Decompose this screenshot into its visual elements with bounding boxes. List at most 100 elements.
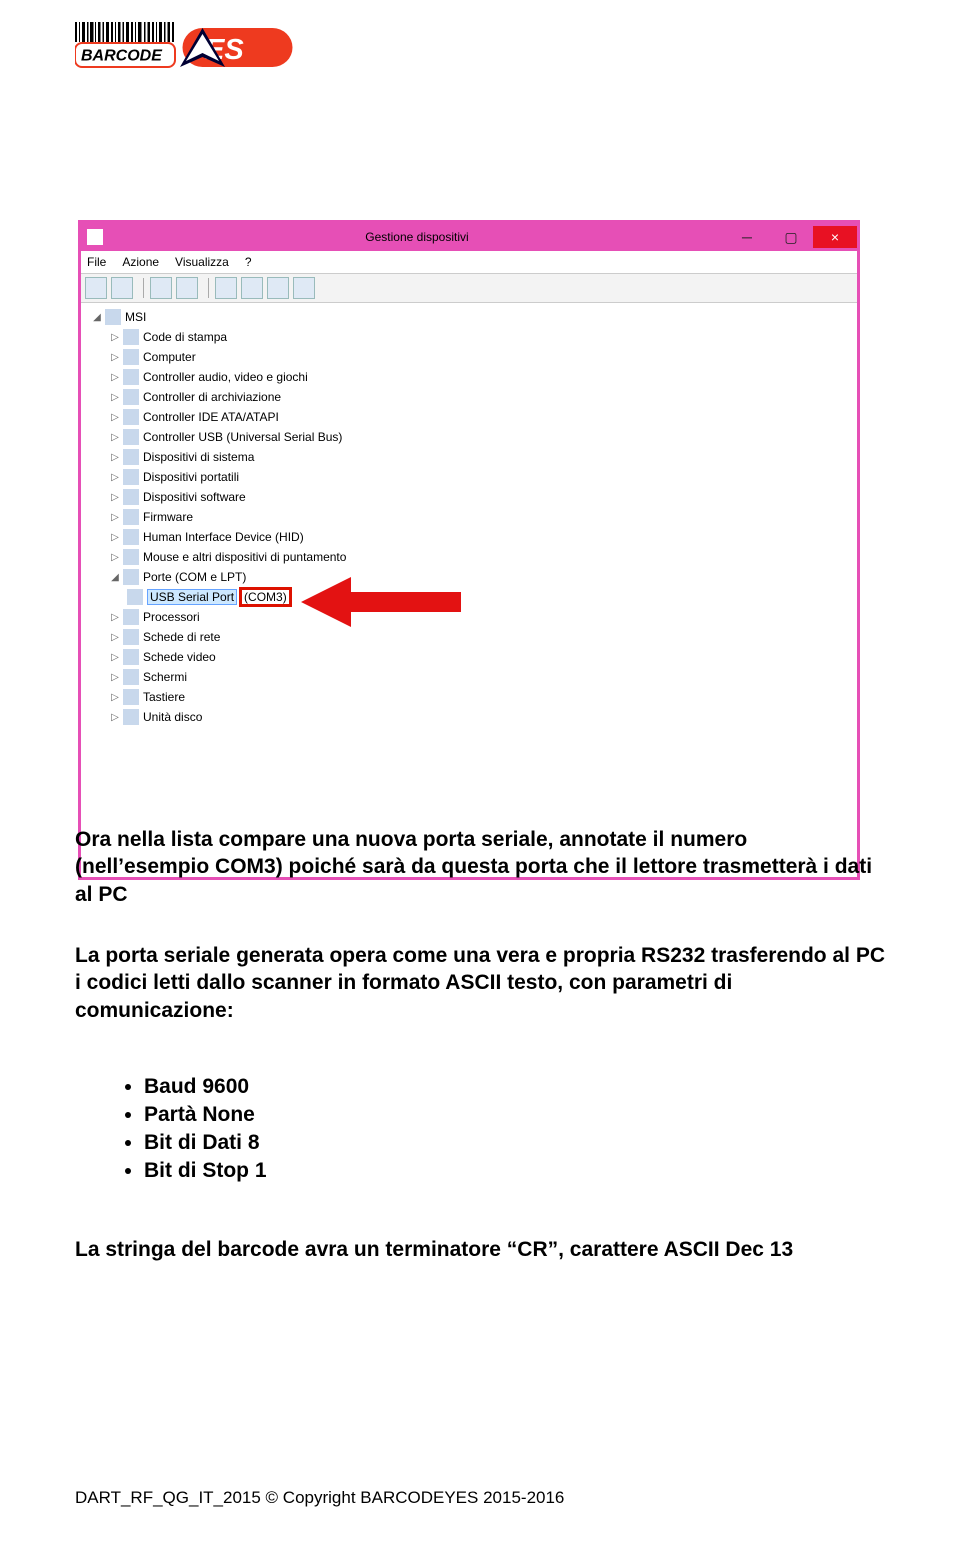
tree-item[interactable]: ▷Controller audio, video e giochi <box>109 367 847 387</box>
expand-icon[interactable]: ▷ <box>109 551 121 563</box>
expand-icon[interactable]: ▷ <box>109 691 121 703</box>
tree-item[interactable]: ▷Dispositivi di sistema <box>109 447 847 467</box>
tree-item[interactable]: ▷Mouse e altri dispositivi di puntamento <box>109 547 847 567</box>
expand-icon[interactable]: ▷ <box>109 611 121 623</box>
tree-item[interactable]: ▷Code di stampa <box>109 327 847 347</box>
expand-icon[interactable]: ▷ <box>109 491 121 503</box>
menu-view[interactable]: Visualizza <box>175 255 229 269</box>
menu-help[interactable]: ? <box>245 255 252 269</box>
toolbar-button[interactable] <box>215 277 237 299</box>
expand-icon[interactable]: ▷ <box>109 371 121 383</box>
device-icon <box>123 409 139 425</box>
toolbar-button[interactable] <box>241 277 263 299</box>
tree-item[interactable]: ▷Firmware <box>109 507 847 527</box>
tree-item[interactable]: ▷Tastiere <box>109 687 847 707</box>
device-icon <box>123 349 139 365</box>
toolbar-button[interactable] <box>85 277 107 299</box>
tree-item[interactable]: ▷Schede di rete <box>109 627 847 647</box>
tree-item[interactable]: ▷Processori <box>109 607 847 627</box>
toolbar-button[interactable] <box>267 277 289 299</box>
expand-icon[interactable]: ▷ <box>109 411 121 423</box>
paragraph-2: La porta seriale generata opera come una… <box>75 942 885 1024</box>
com-port-icon <box>127 589 143 605</box>
menu-file[interactable]: File <box>87 255 106 269</box>
expand-icon[interactable]: ▷ <box>109 531 121 543</box>
device-icon <box>123 329 139 345</box>
serial-params-list: Baud 9600 Partà None Bit di Dati 8 Bit d… <box>120 1075 267 1187</box>
brand-logo: BARCODE ES <box>75 18 295 68</box>
selected-item-label: USB Serial Port <box>147 589 237 605</box>
tree-item-usb-serial-port[interactable]: USB Serial Port (COM3) <box>127 587 847 607</box>
expand-icon[interactable]: ▷ <box>109 651 121 663</box>
ports-icon <box>123 569 139 585</box>
com-number-highlight-box: (COM3) <box>239 587 292 607</box>
device-icon <box>123 689 139 705</box>
tree-root-label: MSI <box>125 310 146 324</box>
paragraph-1: Ora nella lista compare una nuova porta … <box>75 826 885 908</box>
document-page: BARCODE ES Gestione dispositivi ─ ▢ × Fi… <box>0 0 960 1568</box>
expand-icon[interactable]: ▷ <box>109 351 121 363</box>
device-icon <box>123 509 139 525</box>
device-icon <box>123 529 139 545</box>
expand-icon[interactable]: ▷ <box>109 431 121 443</box>
toolbar-button[interactable] <box>150 277 172 299</box>
toolbar-separator <box>143 278 144 298</box>
window-maximize-button[interactable]: ▢ <box>769 226 813 248</box>
menubar[interactable]: File Azione Visualizza ? <box>81 251 857 274</box>
device-icon <box>123 389 139 405</box>
device-icon <box>123 629 139 645</box>
device-tree[interactable]: ◢ MSI ▷Code di stampa ▷Computer ▷Control… <box>81 303 857 877</box>
device-icon <box>123 369 139 385</box>
window-app-icon <box>87 229 103 245</box>
expand-icon[interactable]: ▷ <box>109 331 121 343</box>
tree-root[interactable]: ◢ MSI <box>91 307 847 327</box>
toolbar-separator <box>208 278 209 298</box>
expand-icon[interactable]: ▷ <box>109 511 121 523</box>
tree-item[interactable]: ▷Dispositivi portatili <box>109 467 847 487</box>
expand-icon[interactable]: ▷ <box>109 671 121 683</box>
tree-item[interactable]: ▷Controller di archiviazione <box>109 387 847 407</box>
device-icon <box>123 609 139 625</box>
collapse-icon[interactable]: ◢ <box>91 311 103 323</box>
tree-item[interactable]: ▷Controller IDE ATA/ATAPI <box>109 407 847 427</box>
tree-item[interactable]: ▷Controller USB (Universal Serial Bus) <box>109 427 847 447</box>
tree-item[interactable]: ▷Computer <box>109 347 847 367</box>
expand-icon[interactable]: ▷ <box>109 631 121 643</box>
toolbar-button[interactable] <box>111 277 133 299</box>
list-item: Bit di Dati 8 <box>144 1131 267 1155</box>
device-icon <box>123 549 139 565</box>
svg-text:BARCODE: BARCODE <box>81 48 163 65</box>
tree-item[interactable]: ▷Schermi <box>109 667 847 687</box>
expand-icon[interactable]: ▷ <box>109 471 121 483</box>
expand-icon[interactable]: ▷ <box>109 711 121 723</box>
expand-icon[interactable]: ▷ <box>109 451 121 463</box>
device-icon <box>123 469 139 485</box>
list-item: Baud 9600 <box>144 1075 267 1099</box>
device-icon <box>123 709 139 725</box>
window-titlebar[interactable]: Gestione dispositivi ─ ▢ × <box>81 223 857 251</box>
list-item: Partà None <box>144 1103 267 1127</box>
device-manager-window: Gestione dispositivi ─ ▢ × File Azione V… <box>78 220 860 880</box>
list-item: Bit di Stop 1 <box>144 1159 267 1183</box>
toolbar-button[interactable] <box>293 277 315 299</box>
tree-item[interactable]: ▷Schede video <box>109 647 847 667</box>
toolbar <box>81 274 857 303</box>
paragraph-3: La stringa del barcode avra un terminato… <box>75 1236 885 1263</box>
collapse-icon[interactable]: ◢ <box>109 571 121 583</box>
device-icon <box>123 649 139 665</box>
toolbar-button[interactable] <box>176 277 198 299</box>
window-close-button[interactable]: × <box>813 226 857 248</box>
device-icon <box>123 429 139 445</box>
window-minimize-button[interactable]: ─ <box>725 226 769 248</box>
tree-item[interactable]: ▷Human Interface Device (HID) <box>109 527 847 547</box>
device-icon <box>123 489 139 505</box>
expand-icon[interactable]: ▷ <box>109 391 121 403</box>
menu-action[interactable]: Azione <box>122 255 159 269</box>
callout-arrow <box>301 577 461 627</box>
tree-item[interactable]: ▷Dispositivi software <box>109 487 847 507</box>
device-icon <box>123 449 139 465</box>
tree-item-ports[interactable]: ◢ Porte (COM e LPT) <box>109 567 847 587</box>
window-title: Gestione dispositivi <box>109 230 725 244</box>
computer-icon <box>105 309 121 325</box>
tree-item[interactable]: ▷Unità disco <box>109 707 847 727</box>
